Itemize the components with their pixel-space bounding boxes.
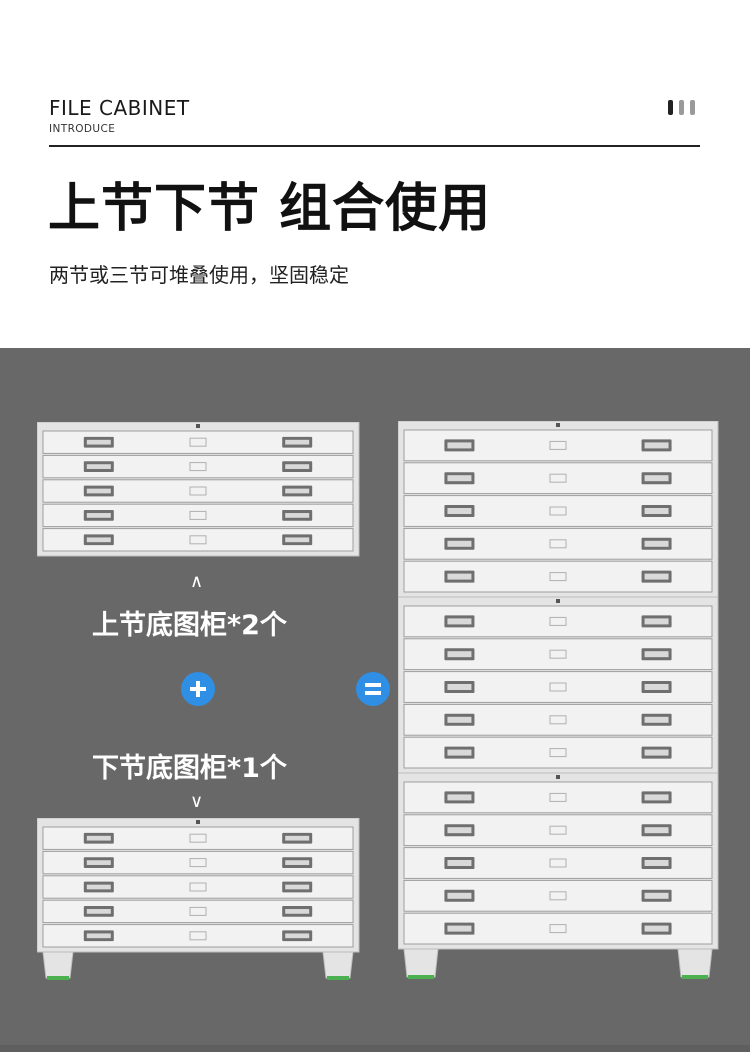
section-title-en: FILE CABINET (49, 96, 190, 120)
header-section: FILE CABINET INTRODUCE 上节下节 组合使用 两节或三节可堆… (0, 0, 750, 348)
down-arrow: ∨ (190, 791, 204, 812)
combined-cabinet-image (398, 421, 719, 979)
leveling-foot (327, 976, 349, 980)
lock-icon (196, 424, 200, 428)
lower-section-label: 下节底图柜*1个 (92, 753, 287, 784)
cabinet-leg (322, 951, 354, 979)
leveling-foot (47, 976, 69, 980)
leveling-foot (408, 975, 434, 979)
panel-rim (0, 1045, 750, 1052)
upper-section-label: 上节底图柜*2个 (92, 610, 287, 641)
equals-icon (356, 672, 390, 706)
lower-section-cabinet-image (37, 818, 360, 980)
divider (49, 145, 700, 147)
upper-section-cabinet-image (37, 422, 360, 557)
bars-icon (668, 100, 702, 116)
cabinet-leg (42, 951, 74, 979)
section-subtitle-en: INTRODUCE (49, 123, 116, 135)
leveling-foot (682, 975, 708, 979)
cabinet-leg (677, 948, 713, 978)
lock-icon (196, 820, 200, 824)
up-arrow: ∧ (190, 571, 204, 592)
lock-icon (556, 599, 560, 603)
lock-icon (556, 775, 560, 779)
page-title: 上节下节 组合使用 (48, 179, 492, 239)
lock-icon (556, 423, 560, 427)
page-subtitle: 两节或三节可堆叠使用，坚固稳定 (49, 263, 349, 287)
plus-icon (181, 672, 215, 706)
cabinet-leg (403, 948, 439, 978)
